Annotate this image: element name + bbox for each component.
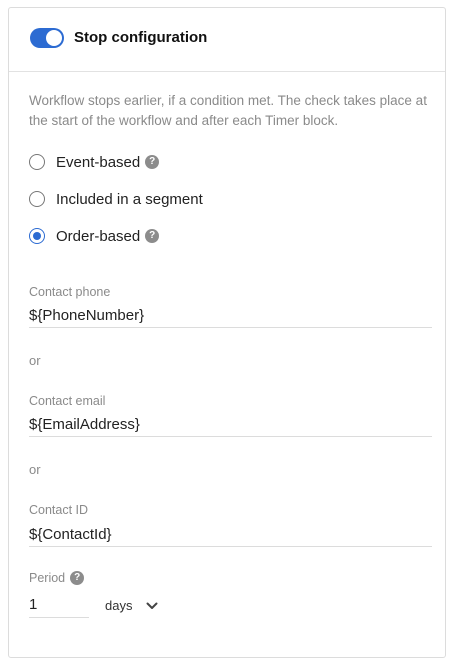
or-separator: or bbox=[29, 353, 41, 368]
radio-option-event-based[interactable]: Event-based ? bbox=[29, 151, 160, 173]
period-input[interactable] bbox=[29, 592, 89, 618]
help-icon[interactable]: ? bbox=[145, 229, 160, 243]
period-unit-value: days bbox=[105, 598, 133, 613]
contact-phone-input[interactable] bbox=[29, 303, 432, 328]
radio-label: Included in a segment bbox=[56, 190, 203, 208]
radio-label: Event-based bbox=[56, 153, 141, 171]
card-header: Stop configuration bbox=[9, 8, 445, 72]
contact-phone-label: Contact phone bbox=[29, 285, 111, 299]
period-label: Period bbox=[29, 571, 66, 585]
contact-email-input[interactable] bbox=[29, 412, 432, 437]
period-unit-select[interactable]: days bbox=[105, 598, 158, 613]
or-separator: or bbox=[29, 462, 41, 477]
help-icon[interactable]: ? bbox=[70, 571, 85, 585]
radio-button-checked[interactable] bbox=[29, 228, 45, 244]
radio-button[interactable] bbox=[29, 154, 45, 170]
stop-configuration-toggle[interactable] bbox=[30, 28, 64, 48]
radio-label: Order-based bbox=[56, 227, 141, 245]
description-text: Workflow stops earlier, if a condition m… bbox=[29, 93, 427, 128]
help-icon[interactable]: ? bbox=[145, 155, 160, 169]
contact-id-input[interactable] bbox=[29, 522, 432, 547]
chevron-down-icon bbox=[146, 602, 158, 609]
radio-button[interactable] bbox=[29, 191, 45, 207]
radio-option-order-based[interactable]: Order-based ? bbox=[29, 225, 160, 247]
contact-id-label: Contact ID bbox=[29, 503, 89, 517]
stop-configuration-card: Stop configuration Workflow stops earlie… bbox=[8, 7, 446, 658]
card-title: Stop configuration bbox=[74, 29, 208, 46]
toggle-knob bbox=[46, 30, 62, 46]
radio-option-segment[interactable]: Included in a segment bbox=[29, 188, 203, 210]
contact-email-label: Contact email bbox=[29, 394, 106, 408]
period-label-row: Period ? bbox=[29, 571, 85, 585]
